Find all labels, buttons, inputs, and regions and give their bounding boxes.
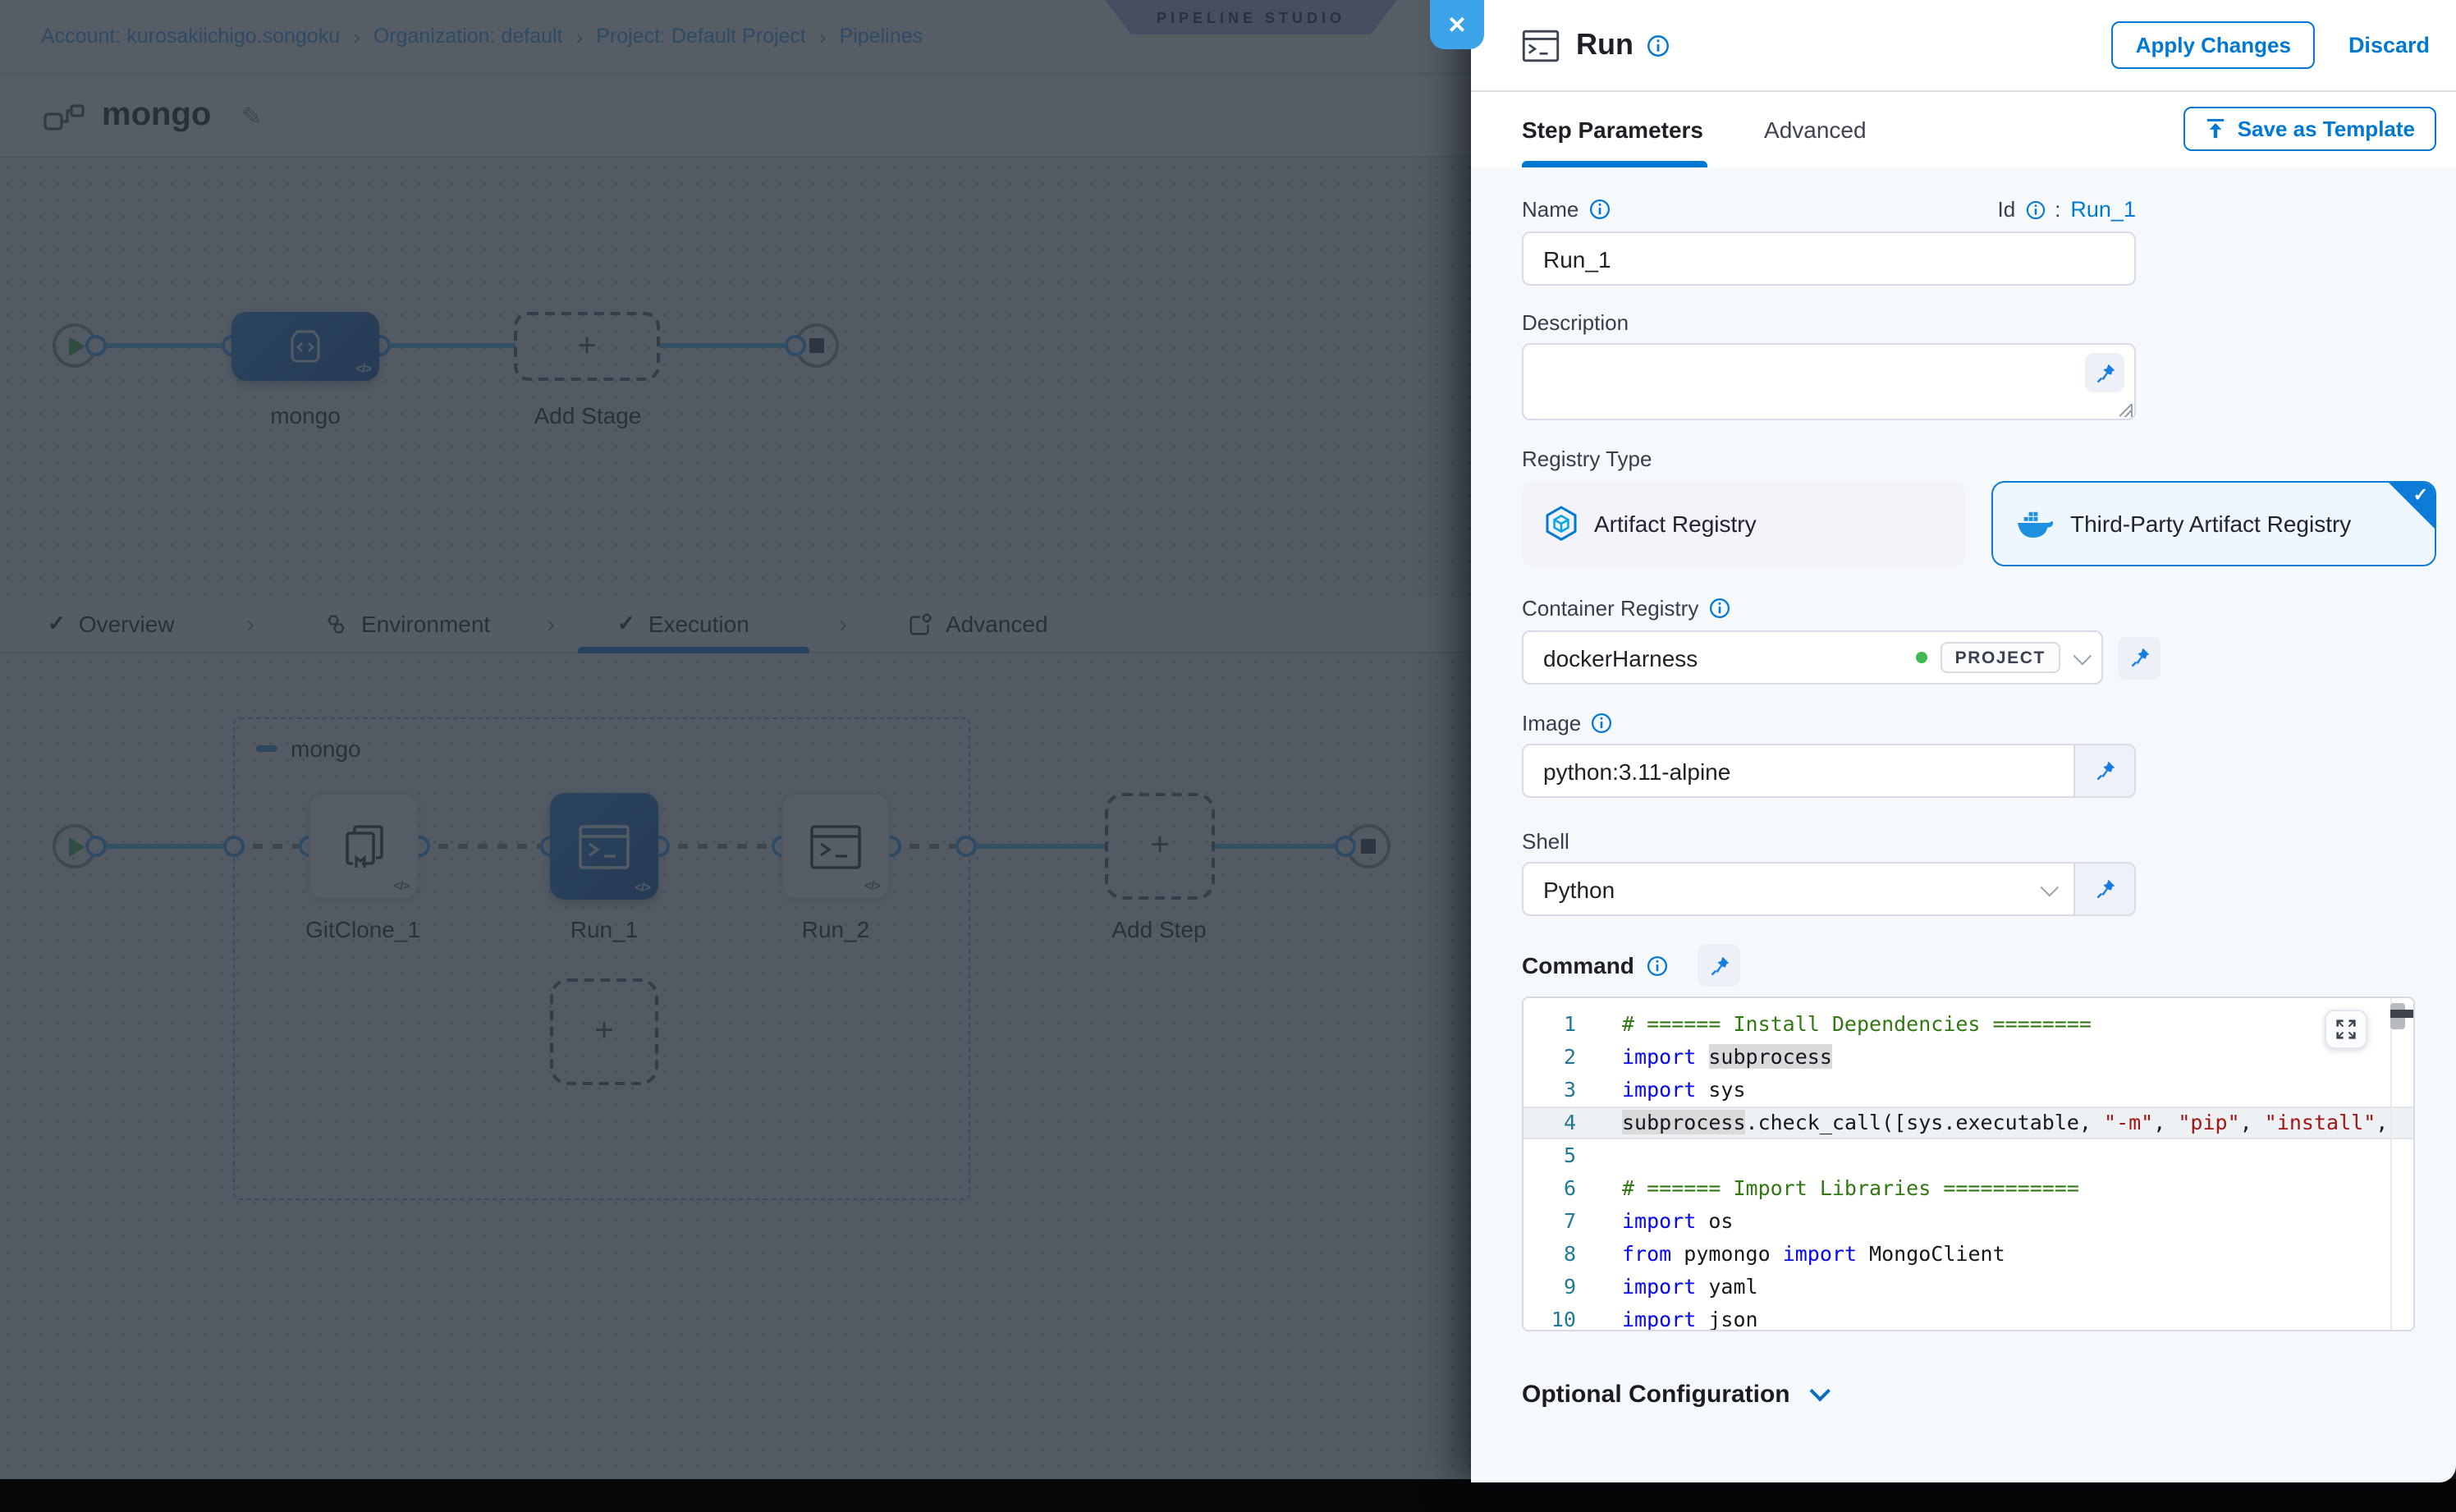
- code-line[interactable]: 9import yaml: [1524, 1271, 2413, 1304]
- container-registry-label: Container Registry: [1522, 596, 1698, 621]
- step-config-panel: Run Apply Changes Discard Step Parameter…: [1471, 0, 2456, 1482]
- image-input[interactable]: [1522, 744, 2073, 798]
- chevron-down-icon: [2041, 877, 2060, 896]
- shell-value: Python: [1543, 876, 1615, 902]
- resize-handle[interactable]: [2119, 404, 2133, 417]
- connector-status-dot: [1916, 652, 1927, 663]
- command-code-editor[interactable]: 1# ====== Install Dependencies ========2…: [1522, 997, 2415, 1331]
- save-as-template-label: Save as Template: [2238, 117, 2415, 141]
- id-label: Id: [1997, 197, 2015, 222]
- pin-icon: [2094, 760, 2115, 781]
- registry-type-label: Registry Type: [1522, 447, 1652, 471]
- id-separator: :: [2055, 197, 2060, 222]
- runtime-pin-button[interactable]: [2073, 862, 2136, 916]
- pipeline-studio-app: Account: kurosakiichigo.songoku › Organi…: [0, 0, 2456, 1512]
- code-line[interactable]: 4subprocess.check_call([sys.executable, …: [1524, 1107, 2413, 1139]
- pin-icon: [2128, 647, 2150, 668]
- bottom-edge-bar: [0, 1479, 2456, 1512]
- scope-badge: PROJECT: [1941, 642, 2060, 673]
- runtime-pin-button[interactable]: [2085, 353, 2124, 392]
- info-icon[interactable]: [1647, 34, 1670, 57]
- pin-icon: [1709, 955, 1730, 976]
- runtime-pin-button[interactable]: [2118, 636, 2160, 679]
- code-line[interactable]: 10import json: [1524, 1304, 2413, 1331]
- code-lines: 1# ====== Install Dependencies ========2…: [1524, 1008, 2413, 1331]
- tab-step-parameters[interactable]: Step Parameters: [1522, 117, 1703, 143]
- pin-icon: [2094, 362, 2115, 383]
- code-line[interactable]: 3import sys: [1524, 1074, 2413, 1107]
- registry-option-label: Third-Party Artifact Registry: [2070, 511, 2351, 537]
- code-line[interactable]: 1# ====== Install Dependencies ========: [1524, 1008, 2413, 1041]
- pipeline-canvas-region: Account: kurosakiichigo.songoku › Organi…: [0, 0, 1471, 1512]
- check-icon: ✓: [2413, 484, 2428, 506]
- info-icon[interactable]: [1591, 712, 1612, 734]
- fullscreen-icon: [2336, 1019, 2356, 1039]
- code-line[interactable]: 2import subprocess: [1524, 1041, 2413, 1074]
- command-label: Command: [1522, 952, 1634, 978]
- panel-header: Run Apply Changes Discard: [1471, 0, 2456, 92]
- tab-advanced[interactable]: Advanced: [1764, 117, 1867, 143]
- registry-option-label: Artifact Registry: [1594, 511, 1757, 537]
- info-icon[interactable]: [2025, 199, 2045, 219]
- expand-editor-button[interactable]: [2325, 1010, 2367, 1049]
- editor-scrollbar[interactable]: [2390, 998, 2392, 1330]
- artifact-registry-icon: [1545, 506, 1578, 542]
- name-input[interactable]: [1522, 231, 2136, 286]
- runtime-pin-button[interactable]: [1698, 944, 1741, 987]
- name-label: Name: [1522, 197, 1579, 222]
- shell-label: Shell: [1522, 829, 1569, 854]
- active-tab-underline: [1522, 161, 1707, 167]
- terminal-icon: [1522, 29, 1560, 62]
- discard-button[interactable]: Discard: [2348, 33, 2430, 57]
- info-icon[interactable]: [1708, 598, 1730, 619]
- runtime-pin-button[interactable]: [2073, 744, 2136, 798]
- save-as-template-button[interactable]: Save as Template: [2183, 107, 2436, 151]
- selected-corner: [2387, 481, 2436, 530]
- container-registry-value: dockerHarness: [1543, 644, 1698, 671]
- shell-select[interactable]: Python: [1522, 862, 2073, 916]
- pin-icon: [2094, 878, 2115, 900]
- registry-option-third-party[interactable]: Third-Party Artifact Registry ✓: [1991, 481, 2436, 566]
- image-label: Image: [1522, 711, 1581, 735]
- info-icon[interactable]: [1588, 199, 1610, 220]
- step-type-title: Run: [1576, 28, 1634, 62]
- chevron-down-icon: [1810, 1381, 1831, 1401]
- code-line[interactable]: 5: [1524, 1139, 2413, 1172]
- close-drawer-button[interactable]: ✕: [1430, 0, 1484, 49]
- dim-overlay: [0, 0, 1471, 1512]
- step-id-value[interactable]: Run_1: [2070, 197, 2136, 222]
- optional-configuration-toggle[interactable]: Optional Configuration: [1522, 1381, 2436, 1409]
- description-label: Description: [1522, 310, 1629, 335]
- optional-configuration-label: Optional Configuration: [1522, 1381, 1790, 1409]
- code-line[interactable]: 8from pymongo import MongoClient: [1524, 1238, 2413, 1271]
- upload-icon: [2205, 118, 2226, 140]
- chevron-down-icon[interactable]: [2073, 646, 2092, 665]
- code-line[interactable]: 6# ====== Import Libraries ===========: [1524, 1172, 2413, 1205]
- panel-tabs: Step Parameters Advanced Save as Templat…: [1471, 92, 2456, 167]
- apply-changes-button[interactable]: Apply Changes: [2111, 21, 2316, 69]
- code-line[interactable]: 7import os: [1524, 1205, 2413, 1238]
- docker-icon: [2016, 509, 2054, 538]
- step-parameters-form: Name Id : Run_1 D: [1471, 167, 2456, 1482]
- registry-option-artifact-registry[interactable]: Artifact Registry: [1522, 481, 1965, 566]
- description-input[interactable]: [1522, 343, 2136, 420]
- editor-overview-mark: [2390, 1010, 2413, 1018]
- info-icon[interactable]: [1647, 955, 1669, 976]
- container-registry-selector[interactable]: dockerHarness PROJECT: [1522, 630, 2103, 685]
